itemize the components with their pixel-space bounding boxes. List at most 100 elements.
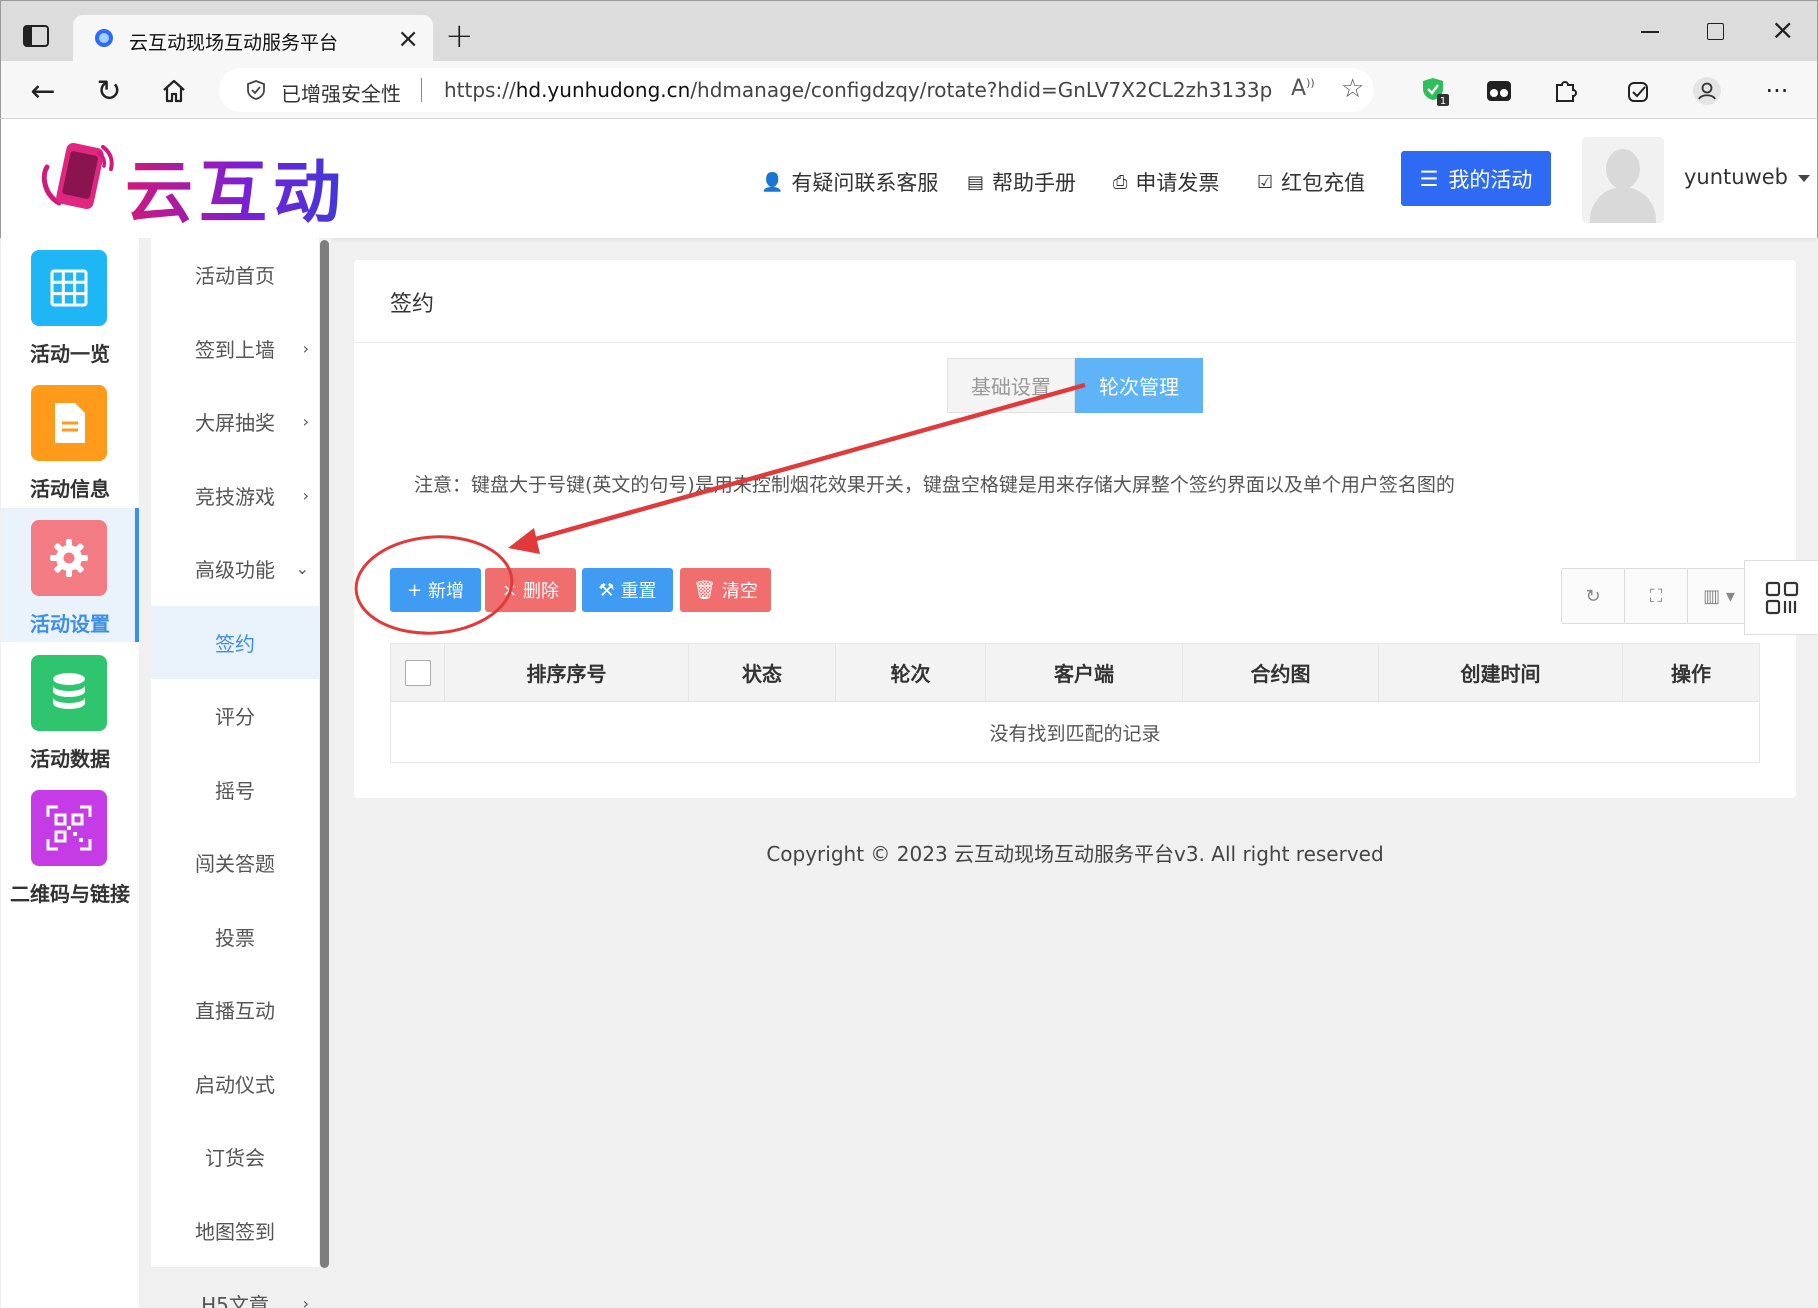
sidebar-item-label: 活动信息	[30, 477, 110, 501]
submenu-item-quiz[interactable]: 闯关答题	[151, 826, 319, 900]
column-header[interactable]: 操作	[1623, 644, 1759, 701]
sidebar-item-label: 活动设置	[30, 612, 110, 636]
column-header[interactable]: 状态	[689, 644, 836, 701]
apply-invoice-link[interactable]: ⎙ 申请发票	[1113, 167, 1219, 197]
notice-text: 注意：键盘大于号键(英文的句号)是用来控制烟花效果开关，键盘空格键是用来存储大屏…	[414, 474, 1455, 496]
back-icon[interactable]: ←	[23, 71, 63, 111]
help-manual-link[interactable]: ▤ 帮助手册	[967, 167, 1076, 197]
select-all-cell	[391, 644, 445, 701]
contact-service-link[interactable]: 👤 有疑问联系客服	[761, 167, 938, 197]
book-icon: ▤	[967, 171, 985, 193]
refresh-table-icon[interactable]: ↻	[1562, 569, 1625, 623]
submenu-item-games[interactable]: 竞技游戏 ›	[151, 458, 319, 532]
home-icon[interactable]	[154, 71, 194, 111]
read-aloud-icon[interactable]: A))	[1291, 76, 1315, 101]
logo-text[interactable]: 云互动	[125, 137, 347, 236]
clear-button[interactable]: 🗑 清空	[680, 568, 771, 612]
redpacket-recharge-link[interactable]: ☑ 红包充值	[1257, 167, 1365, 197]
add-button[interactable]: + 新增	[390, 568, 481, 612]
username-dropdown[interactable]: yuntuweb	[1684, 165, 1810, 189]
browser-tab-bar: 云互动现场互动服务平台 × + ×	[0, 0, 1818, 63]
site-favicon-icon	[95, 29, 113, 47]
add-favorite-icon[interactable]: ☆	[1341, 74, 1364, 104]
collections-icon[interactable]	[1623, 75, 1655, 107]
chevron-right-icon: ›	[302, 1294, 309, 1308]
minimize-icon[interactable]	[1639, 17, 1661, 39]
delete-button[interactable]: × 删除	[485, 568, 576, 612]
sidebar-item-activity-settings[interactable]: 活动设置	[1, 508, 139, 642]
tab-round-management[interactable]: 轮次管理	[1075, 358, 1203, 413]
select-all-checkbox[interactable]	[404, 659, 431, 686]
column-header[interactable]: 客户端	[986, 644, 1183, 701]
sidebar-item-qrcode-link[interactable]: 二维码与链接	[1, 778, 139, 912]
sidebar-item-activity-info[interactable]: 活动信息	[1, 373, 139, 507]
main-sidebar: 活动一览 活动信息 活动设置 活动数据 二维码与链接	[1, 238, 139, 1308]
submenu-item-live[interactable]: 直播互动	[151, 973, 319, 1047]
column-header[interactable]: 排序序号	[445, 644, 689, 701]
column-header[interactable]: 合约图	[1183, 644, 1379, 701]
url-text[interactable]: https://hd.yunhudong.cn/hdmanage/configd…	[444, 78, 1274, 102]
extensions-puzzle-icon[interactable]	[1549, 75, 1581, 107]
address-bar[interactable]: 已增强安全性 https://hd.yunhudong.cn/hdmanage/…	[219, 68, 1374, 112]
avatar[interactable]	[1582, 137, 1664, 223]
submenu-item-map-signin[interactable]: 地图签到	[151, 1193, 319, 1267]
page-title: 签约	[390, 292, 435, 317]
qrcode-icon	[31, 790, 107, 866]
columns-toggle-icon[interactable]: ▥ ▾	[1688, 569, 1750, 623]
submenu-item-h5-article[interactable]: H5文章 ›	[151, 1267, 319, 1308]
chevron-right-icon: ›	[302, 338, 309, 358]
submenu-item-signin-wall[interactable]: 签到上墙 ›	[151, 311, 319, 385]
submenu-item-draw-number[interactable]: 摇号	[151, 752, 319, 826]
submenu-item-score[interactable]: 评分	[151, 679, 319, 753]
sidebar-item-activity-data[interactable]: 活动数据	[1, 643, 139, 777]
grid-icon	[31, 250, 107, 326]
submenu-item-advanced[interactable]: 高级功能 ⌄	[151, 532, 319, 606]
close-tab-icon[interactable]: ×	[397, 24, 419, 54]
trash-icon: 🗑	[693, 579, 716, 601]
submenu-item-home[interactable]: 活动首页	[151, 238, 319, 312]
maximize-icon[interactable]	[1707, 23, 1724, 40]
fullscreen-icon[interactable]: ⛶	[1625, 569, 1688, 623]
tab-basic-settings[interactable]: 基础设置	[947, 358, 1075, 413]
browser-tab[interactable]: 云互动现场互动服务平台 ×	[73, 15, 433, 63]
new-tab-icon[interactable]: +	[445, 19, 474, 53]
chevron-down-icon: ⌄	[295, 559, 309, 579]
chevron-right-icon: ›	[302, 485, 309, 505]
user-plus-icon: 👤	[761, 171, 784, 193]
qrcode-float-button[interactable]	[1744, 560, 1818, 635]
table-toolbar: ↻ ⛶ ▥ ▾	[1561, 568, 1751, 624]
x-icon: ×	[501, 579, 518, 601]
column-header[interactable]: 轮次	[836, 644, 986, 701]
qrcode-icon	[1765, 581, 1798, 614]
tab-actions-icon[interactable]	[23, 25, 49, 47]
site-header: 云互动 👤 有疑问联系客服 ▤ 帮助手册 ⎙ 申请发票 ☑ 红包充值 ☰ 我的活动 yun…	[0, 119, 1818, 238]
sidebar-item-label: 二维码与链接	[10, 882, 130, 906]
chevron-right-icon: ›	[302, 412, 309, 432]
shield-icon	[247, 80, 265, 100]
content-card: 签约 基础设置 轮次管理 注意：键盘大于号键(英文的句号)是用来控制烟花效果开关…	[354, 260, 1796, 798]
refresh-icon[interactable]: ↻	[89, 71, 129, 111]
submenu-item-launch-ceremony[interactable]: 启动仪式	[151, 1046, 319, 1120]
submenu-item-sign-contract[interactable]: 签约	[151, 605, 319, 679]
submenu-scrollbar[interactable]	[320, 240, 329, 1268]
tab-title: 云互动现场互动服务平台	[129, 32, 339, 54]
table-header: 排序序号 状态 轮次 客户端 合约图 创建时间 操作	[391, 644, 1759, 702]
sidebar-item-activity-list[interactable]: 活动一览	[1, 238, 139, 372]
empty-message: 没有找到匹配的记录	[989, 722, 1161, 745]
column-header[interactable]: 创建时间	[1379, 644, 1623, 701]
plus-icon: +	[406, 579, 423, 601]
submenu-item-vote[interactable]: 投票	[151, 899, 319, 973]
profile-icon[interactable]	[1691, 75, 1723, 107]
logo-phone-icon	[41, 143, 114, 209]
submenu-item-lottery[interactable]: 大屏抽奖 ›	[151, 385, 319, 459]
reset-button[interactable]: ⚒ 重置	[582, 568, 673, 612]
more-icon[interactable]: ···	[1757, 71, 1797, 111]
extension-shield-icon[interactable]: 1	[1419, 75, 1451, 107]
gear-icon	[31, 520, 107, 596]
submenu-item-order-meeting[interactable]: 订货会	[151, 1120, 319, 1194]
list-icon: ☰	[1419, 166, 1439, 191]
my-activity-button[interactable]: ☰ 我的活动	[1401, 151, 1551, 206]
extension-glasses-icon[interactable]	[1483, 75, 1515, 107]
window-close-icon[interactable]: ×	[1771, 13, 1794, 46]
sidebar-item-label: 活动数据	[30, 747, 110, 771]
